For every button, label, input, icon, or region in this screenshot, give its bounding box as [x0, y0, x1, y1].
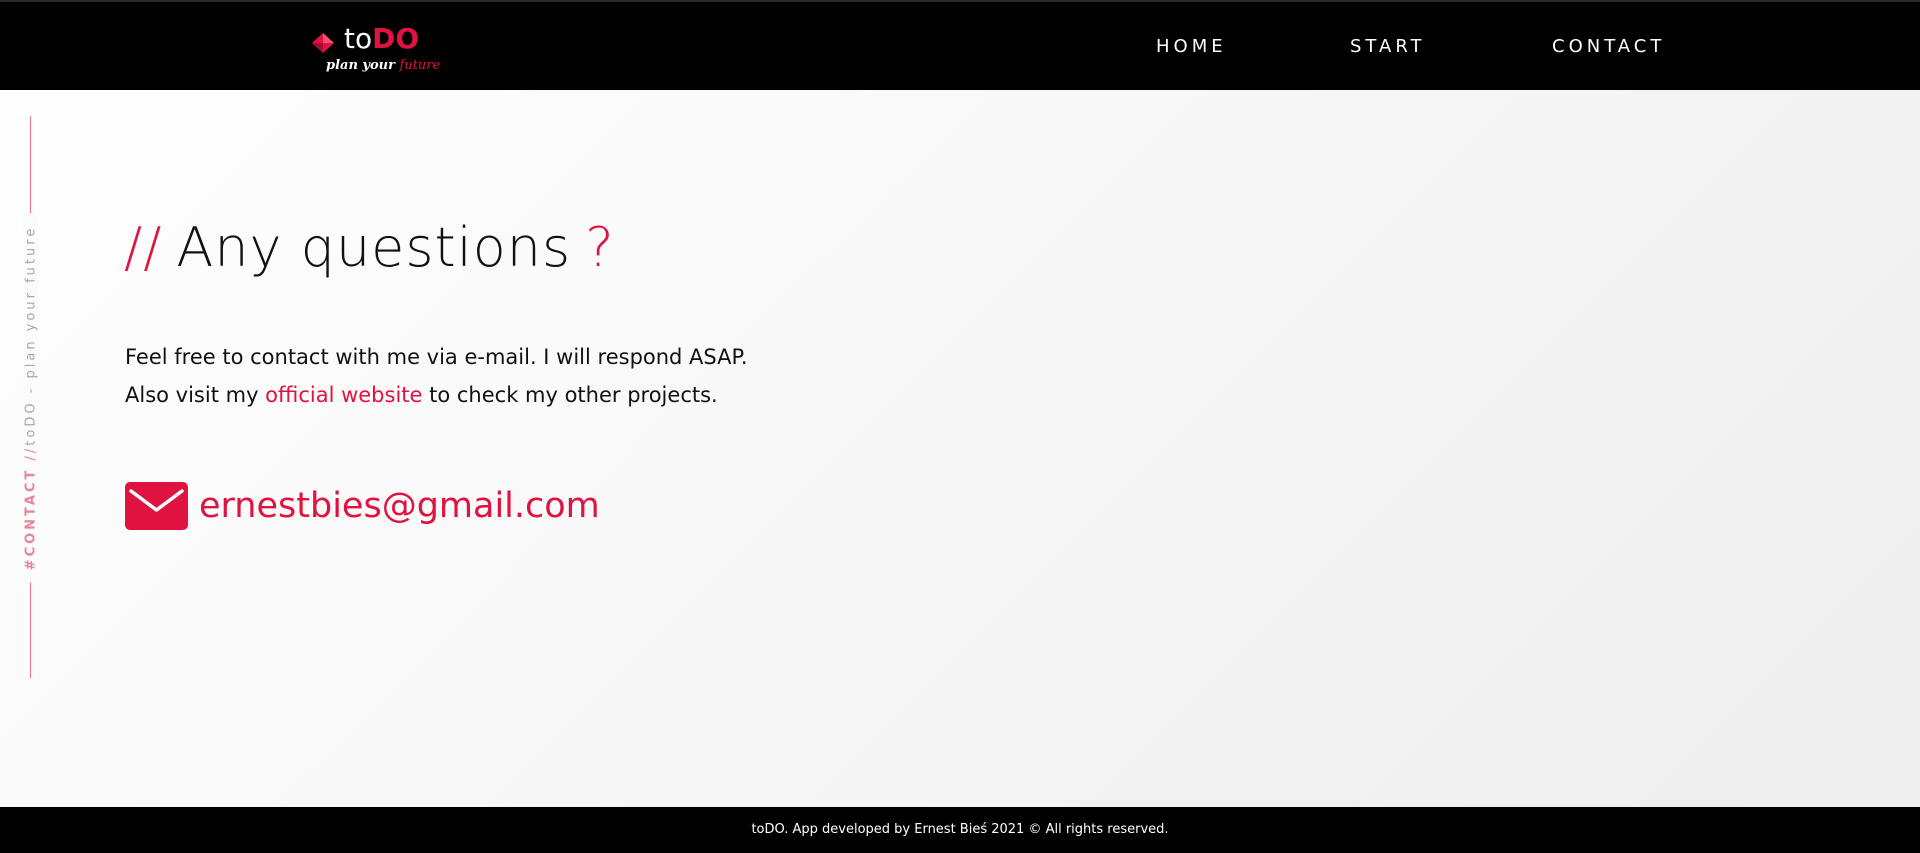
contact-description: Feel free to contact with me via e-mail.…: [125, 338, 748, 414]
title-question-mark: ?: [585, 216, 615, 279]
side-site-name: toDO - plan your future: [23, 225, 39, 446]
nav-contact-link[interactable]: CONTACT: [1552, 32, 1665, 62]
line2-after: to check my other projects.: [422, 383, 718, 407]
side-slashes: //: [23, 445, 39, 461]
main-nav: HOME START CONTACT: [0, 32, 1920, 62]
line2-before: Also visit my: [125, 383, 266, 407]
side-section-name: #CONTACT: [23, 467, 39, 571]
nav-start-link[interactable]: START: [1350, 32, 1426, 62]
nav-home-link[interactable]: HOME: [1156, 32, 1227, 62]
footer-copyright: toDO. App developed by Ernest Bieś 2021 …: [751, 822, 1169, 837]
page-title: //Any questions?: [124, 213, 615, 283]
official-website-link[interactable]: official website: [265, 383, 422, 407]
site-header: toDO plan your future HOME START CONTACT: [0, 0, 1920, 90]
side-section-label: #CONTACT //toDO - plan your future: [23, 213, 39, 583]
title-text: Any questions: [176, 216, 572, 279]
email-link[interactable]: ernestbies@gmail.com: [199, 478, 600, 534]
envelope-icon[interactable]: [125, 482, 188, 530]
description-line-2: Also visit my official website to check …: [125, 376, 748, 414]
site-footer: toDO. App developed by Ernest Bieś 2021 …: [0, 807, 1920, 853]
description-line-1: Feel free to contact with me via e-mail.…: [125, 345, 748, 369]
title-slashes: //: [124, 216, 163, 279]
